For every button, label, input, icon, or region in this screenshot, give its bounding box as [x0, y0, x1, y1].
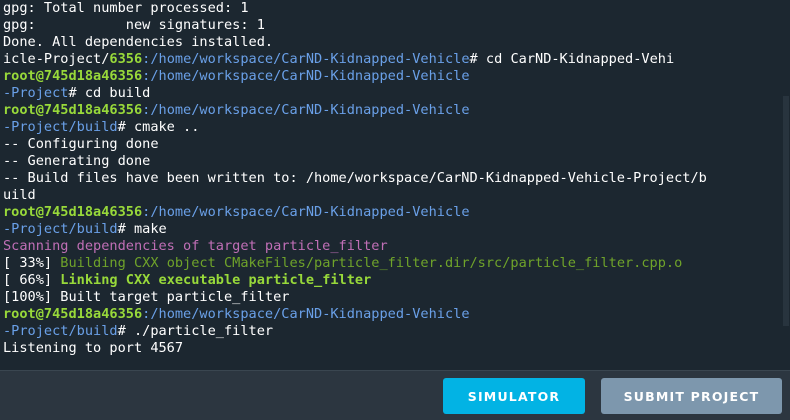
terminal-line: Scanning dependencies of target particle…: [3, 238, 782, 255]
terminal-line: -- Configuring done: [3, 136, 782, 153]
terminal-text-segment: 6356: [109, 51, 143, 67]
terminal-line: [100%] Built target particle_filter: [3, 289, 782, 306]
terminal-text-segment: gpg: new signatures: 1: [3, 17, 265, 33]
terminal-text-segment: [100%] Built target particle_filter: [3, 289, 290, 305]
terminal-line: Listening to port 4567: [3, 340, 782, 357]
terminal-text-segment: -Project/build: [3, 221, 118, 237]
terminal-text-segment: gpg: Total number processed: 1: [3, 0, 249, 16]
terminal-text-segment: -Project: [3, 85, 69, 101]
terminal-text-segment: root@745d18a46356: [3, 204, 143, 220]
terminal-text-segment: Scanning dependencies of target particle…: [3, 238, 388, 254]
terminal-text-segment: -- Build files have been written to: /ho…: [3, 170, 707, 186]
terminal-output[interactable]: gpg: Total number processed: 1 gpg: new s…: [0, 0, 782, 370]
terminal-line: [ 66%] Linking CXX executable particle_f…: [3, 272, 782, 289]
terminal-text-segment: Listening to port 4567: [3, 340, 184, 356]
terminal-text-segment: [ 66%]: [3, 272, 61, 288]
terminal-line: gpg: Total number processed: 1: [3, 0, 782, 17]
terminal-line: [ 33%] Building CXX object CMakeFiles/pa…: [3, 255, 782, 272]
terminal-line: -Project# cd build: [3, 85, 782, 102]
terminal-text-segment: root@745d18a46356: [3, 68, 143, 84]
terminal-text-segment: Building CXX object CMakeFiles/particle_…: [60, 255, 683, 271]
terminal-line: -Project/build# cmake ..: [3, 119, 782, 136]
terminal-line: root@745d18a46356:/home/workspace/CarND-…: [3, 306, 782, 323]
terminal-text-segment: # ./particle_filter: [117, 323, 274, 339]
terminal-text-segment: -Project/build: [3, 119, 118, 135]
footer-bar: SIMULATOR SUBMIT PROJECT: [0, 370, 790, 420]
terminal-text-segment: :/home/workspace/CarND-Kidnapped-Vehicle: [142, 204, 470, 220]
terminal-text-segment: # cd build: [68, 85, 151, 101]
terminal-text-segment: Done. All dependencies installed.: [3, 34, 274, 50]
terminal-line: root@745d18a46356:/home/workspace/CarND-…: [3, 102, 782, 119]
terminal-line: -- Generating done: [3, 153, 782, 170]
terminal-line: icle-Project/6356:/home/workspace/CarND-…: [3, 51, 782, 68]
terminal-line: uild: [3, 187, 782, 204]
terminal-text-segment: -- Generating done: [3, 153, 151, 169]
terminal-text-segment: :/home/workspace/CarND-Kidnapped-Vehicle: [142, 306, 470, 322]
terminal-scrollbar[interactable]: [782, 0, 790, 370]
terminal-text-segment: uild: [3, 187, 36, 203]
terminal-text-segment: :/home/workspace/CarND-Kidnapped-Vehicle: [142, 51, 470, 67]
terminal-line: -Project/build# ./particle_filter: [3, 323, 782, 340]
terminal-line: -- Build files have been written to: /ho…: [3, 170, 782, 187]
terminal-text-segment: root@745d18a46356: [3, 306, 143, 322]
terminal-text-segment: :/home/workspace/CarND-Kidnapped-Vehicle: [142, 102, 470, 118]
terminal-line: -Project/build# make: [3, 221, 782, 238]
terminal-text-segment: :/home/workspace/CarND-Kidnapped-Vehicle: [142, 68, 470, 84]
terminal-text-segment: -- Configuring done: [3, 136, 159, 152]
scrollbar-thumb[interactable]: [783, 96, 789, 326]
terminal-text-segment: -Project/build: [3, 323, 118, 339]
terminal-text-segment: [ 33%]: [3, 255, 61, 271]
simulator-button[interactable]: SIMULATOR: [443, 378, 585, 414]
terminal-text-segment: icle-Project/: [3, 51, 110, 67]
terminal-text-segment: # cmake ..: [117, 119, 200, 135]
terminal-line: gpg: new signatures: 1: [3, 17, 782, 34]
terminal-text-segment: root@745d18a46356: [3, 102, 143, 118]
terminal-text-segment: Linking CXX executable particle_filter: [60, 272, 372, 288]
terminal-line: Done. All dependencies installed.: [3, 34, 782, 51]
terminal-line: root@745d18a46356:/home/workspace/CarND-…: [3, 204, 782, 221]
terminal-text-segment: # make: [117, 221, 167, 237]
terminal-text-segment: # cd CarND-Kidnapped-Vehi: [469, 51, 675, 67]
terminal-line: root@745d18a46356:/home/workspace/CarND-…: [3, 68, 782, 85]
submit-project-button[interactable]: SUBMIT PROJECT: [601, 378, 782, 414]
